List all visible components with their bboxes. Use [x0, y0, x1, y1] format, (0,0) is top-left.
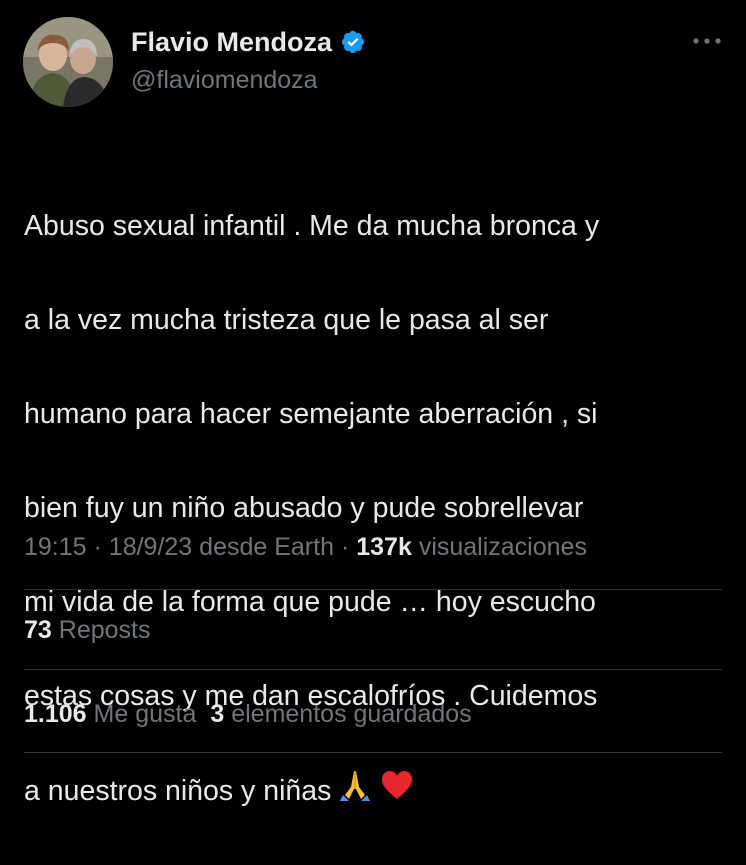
- tweet-source: desde Earth: [199, 533, 334, 561]
- ellipsis-icon: [692, 32, 722, 50]
- tweet-line: bien fuy un niño abusado y pude sobrelle…: [24, 492, 584, 524]
- profile-photo: [23, 17, 113, 107]
- red-heart-icon: [382, 771, 413, 799]
- separator: ·: [340, 533, 350, 561]
- reposts-label: Reposts: [58, 616, 151, 644]
- praying-hands-emoji-icon: [337, 767, 373, 818]
- divider: [24, 752, 722, 753]
- author-handle[interactable]: @flaviomendoza: [131, 64, 318, 96]
- tweet-date[interactable]: 18/9/23: [109, 533, 192, 561]
- bookmarks-stat[interactable]: 3 elementos guardados: [210, 700, 471, 728]
- engagement-stats: 1.106 Me gusta 3 elementos guardados: [24, 697, 472, 731]
- reposts-count: 73: [24, 616, 52, 644]
- likes-stat[interactable]: 1.106 Me gusta: [24, 700, 196, 728]
- likes-label: Me gusta: [93, 700, 197, 728]
- more-options-button[interactable]: [690, 28, 724, 54]
- tweet-line-last: a nuestros niños y niñas: [24, 767, 724, 818]
- reposts-stat[interactable]: 73 Reposts: [24, 613, 150, 647]
- tweet-text: Abuso sexual infantil . Me da mucha bron…: [24, 156, 724, 865]
- tweet-line: a la vez mucha tristeza que le pasa al s…: [24, 304, 549, 336]
- views-label: visualizaciones: [418, 533, 587, 561]
- views-count: 137k: [356, 533, 412, 561]
- avatar[interactable]: [23, 17, 113, 107]
- tweet-line: Abuso sexual infantil . Me da mucha bron…: [24, 210, 600, 242]
- bookmarks-count: 3: [210, 700, 225, 728]
- divider: [24, 669, 722, 670]
- tweet-line: a nuestros niños y niñas: [24, 775, 332, 808]
- tweet-meta: 19:15 · 18/9/23 desde Earth · 137k visua…: [24, 530, 587, 564]
- divider: [24, 589, 722, 590]
- author-name-row[interactable]: Flavio Mendoza: [131, 26, 366, 58]
- display-name[interactable]: Flavio Mendoza: [131, 26, 332, 58]
- red-heart-emoji-icon: [379, 767, 415, 818]
- separator: ·: [93, 533, 102, 561]
- tweet-time[interactable]: 19:15: [24, 533, 87, 561]
- likes-count: 1.106: [24, 700, 87, 728]
- praying-hands-icon: [340, 771, 371, 801]
- bookmarks-label: elementos guardados: [231, 700, 472, 728]
- tweet-line: humano para hacer semejante aberración ,…: [24, 398, 598, 430]
- verified-badge-icon: [340, 29, 366, 55]
